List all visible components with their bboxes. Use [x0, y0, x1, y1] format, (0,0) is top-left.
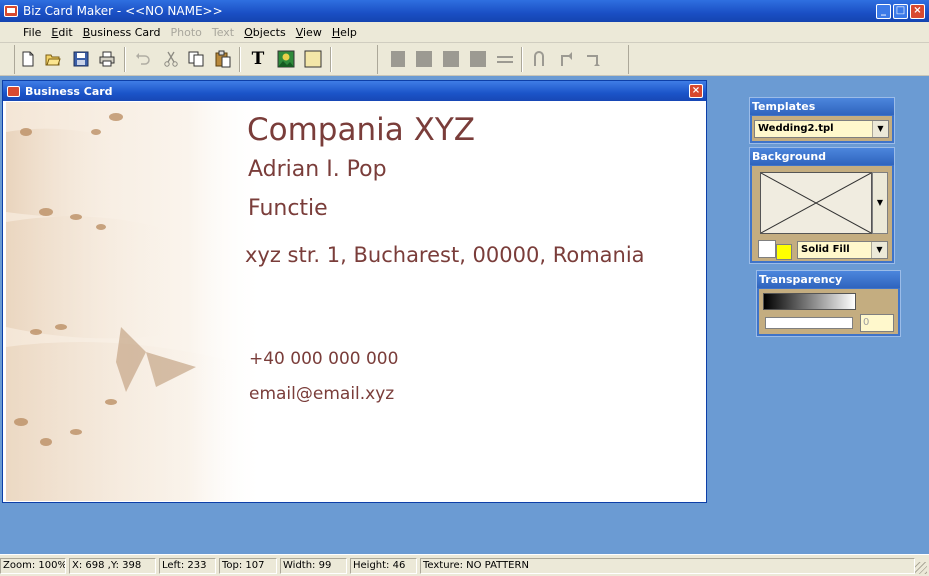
align-center-icon[interactable]	[415, 50, 433, 68]
text-tool-icon[interactable]: T	[249, 50, 267, 68]
align-left-icon[interactable]	[389, 50, 407, 68]
pattern-dropdown-button[interactable]: ▼	[872, 172, 888, 234]
menu-photo[interactable]: Photo	[165, 26, 206, 39]
menu-objects[interactable]: Objects	[239, 26, 291, 39]
address-text[interactable]: xyz str. 1, Bucharest, 00000, Romania	[245, 243, 645, 267]
wedding-cake-background-image	[6, 102, 266, 501]
fill-type-select[interactable]: Solid Fill ▼	[797, 241, 888, 259]
status-width: Width: 99	[280, 558, 347, 574]
align-right-icon[interactable]	[442, 50, 460, 68]
email-text[interactable]: email@email.xyz	[249, 384, 394, 404]
resize-grip-icon[interactable]	[915, 562, 927, 574]
background-color-secondary-swatch[interactable]	[758, 240, 776, 258]
minimize-button[interactable]: _	[876, 4, 891, 19]
templates-panel: Templates Wedding2.tpl ▼	[749, 97, 895, 144]
app-icon[interactable]	[4, 5, 18, 17]
paste-icon[interactable]	[214, 50, 232, 68]
company-name-text[interactable]: Compania XYZ	[247, 112, 475, 148]
phone-text[interactable]: +40 000 000 000	[249, 349, 398, 369]
business-card-close-button[interactable]: ×	[689, 84, 703, 98]
business-card-window: Business Card × Compania XYZ Adrian I. P…	[2, 80, 707, 503]
open-folder-icon[interactable]	[44, 50, 62, 68]
job-function-text[interactable]: Functie	[248, 196, 328, 221]
menu-bar: File Edit Business Card Photo Text Objec…	[0, 22, 929, 43]
menu-view[interactable]: View	[291, 26, 327, 39]
business-card-canvas[interactable]: Compania XYZ Adrian I. Pop Functie xyz s…	[6, 102, 706, 501]
transparency-panel-title: Transparency	[757, 271, 900, 288]
status-left: Left: 233	[159, 558, 216, 574]
menu-file[interactable]: File	[18, 26, 46, 39]
transparency-slider[interactable]	[765, 317, 853, 329]
document-icon	[7, 85, 20, 97]
title-bar: Biz Card Maker - <<NO NAME>> _ □ ×	[0, 0, 929, 22]
status-texture: Texture: NO PATTERN	[420, 558, 915, 574]
status-zoom: Zoom: 100%	[0, 558, 66, 574]
chevron-down-icon[interactable]: ▼	[871, 242, 887, 258]
template-select[interactable]: Wedding2.tpl ▼	[754, 120, 889, 138]
status-height: Height: 46	[350, 558, 417, 574]
window-title: Biz Card Maker - <<NO NAME>>	[23, 4, 223, 18]
menu-text[interactable]: Text	[207, 26, 239, 39]
no-pattern-icon	[760, 172, 872, 234]
chevron-down-icon[interactable]: ▼	[872, 121, 888, 137]
transparency-value-input[interactable]: 0	[860, 314, 894, 332]
rotate-left-icon[interactable]	[557, 50, 575, 68]
rotate-icon[interactable]	[530, 50, 548, 68]
status-coordinates: X: 698 ,Y: 398	[69, 558, 156, 574]
image-tool-icon[interactable]	[277, 50, 295, 68]
status-bar: Zoom: 100% X: 698 ,Y: 398 Left: 233 Top:…	[0, 554, 929, 576]
fill-type-select-value: Solid Fill	[801, 244, 850, 255]
undo-icon[interactable]	[134, 50, 152, 68]
background-color-swatch[interactable]	[776, 244, 792, 260]
rectangle-tool-icon[interactable]	[304, 50, 322, 68]
align-justify-icon[interactable]	[469, 50, 487, 68]
template-select-value: Wedding2.tpl	[758, 123, 834, 134]
templates-panel-title: Templates	[750, 98, 894, 115]
business-card-window-title: Business Card	[25, 84, 113, 98]
transparency-gradient-bar	[763, 293, 856, 310]
toolbar: T	[0, 43, 929, 76]
status-top: Top: 107	[219, 558, 277, 574]
background-panel-title: Background	[750, 148, 894, 165]
close-button[interactable]: ×	[910, 4, 925, 19]
save-icon[interactable]	[72, 50, 90, 68]
cut-icon[interactable]	[162, 50, 180, 68]
background-panel: Background ▼ Solid Fill ▼	[749, 147, 895, 264]
background-pattern-preview[interactable]	[760, 172, 872, 234]
person-name-text[interactable]: Adrian I. Pop	[248, 157, 387, 182]
rotate-right-icon[interactable]	[584, 50, 602, 68]
transparency-panel: Transparency 0	[756, 270, 901, 337]
business-card-title-bar[interactable]: Business Card	[3, 81, 706, 101]
copy-icon[interactable]	[187, 50, 205, 68]
menu-business-card[interactable]: Business Card	[78, 26, 166, 39]
menu-help[interactable]: Help	[327, 26, 362, 39]
menu-edit[interactable]: Edit	[46, 26, 77, 39]
maximize-button[interactable]: □	[893, 4, 908, 19]
distribute-icon[interactable]	[496, 50, 514, 68]
new-document-icon[interactable]	[19, 50, 37, 68]
print-icon[interactable]	[98, 50, 116, 68]
